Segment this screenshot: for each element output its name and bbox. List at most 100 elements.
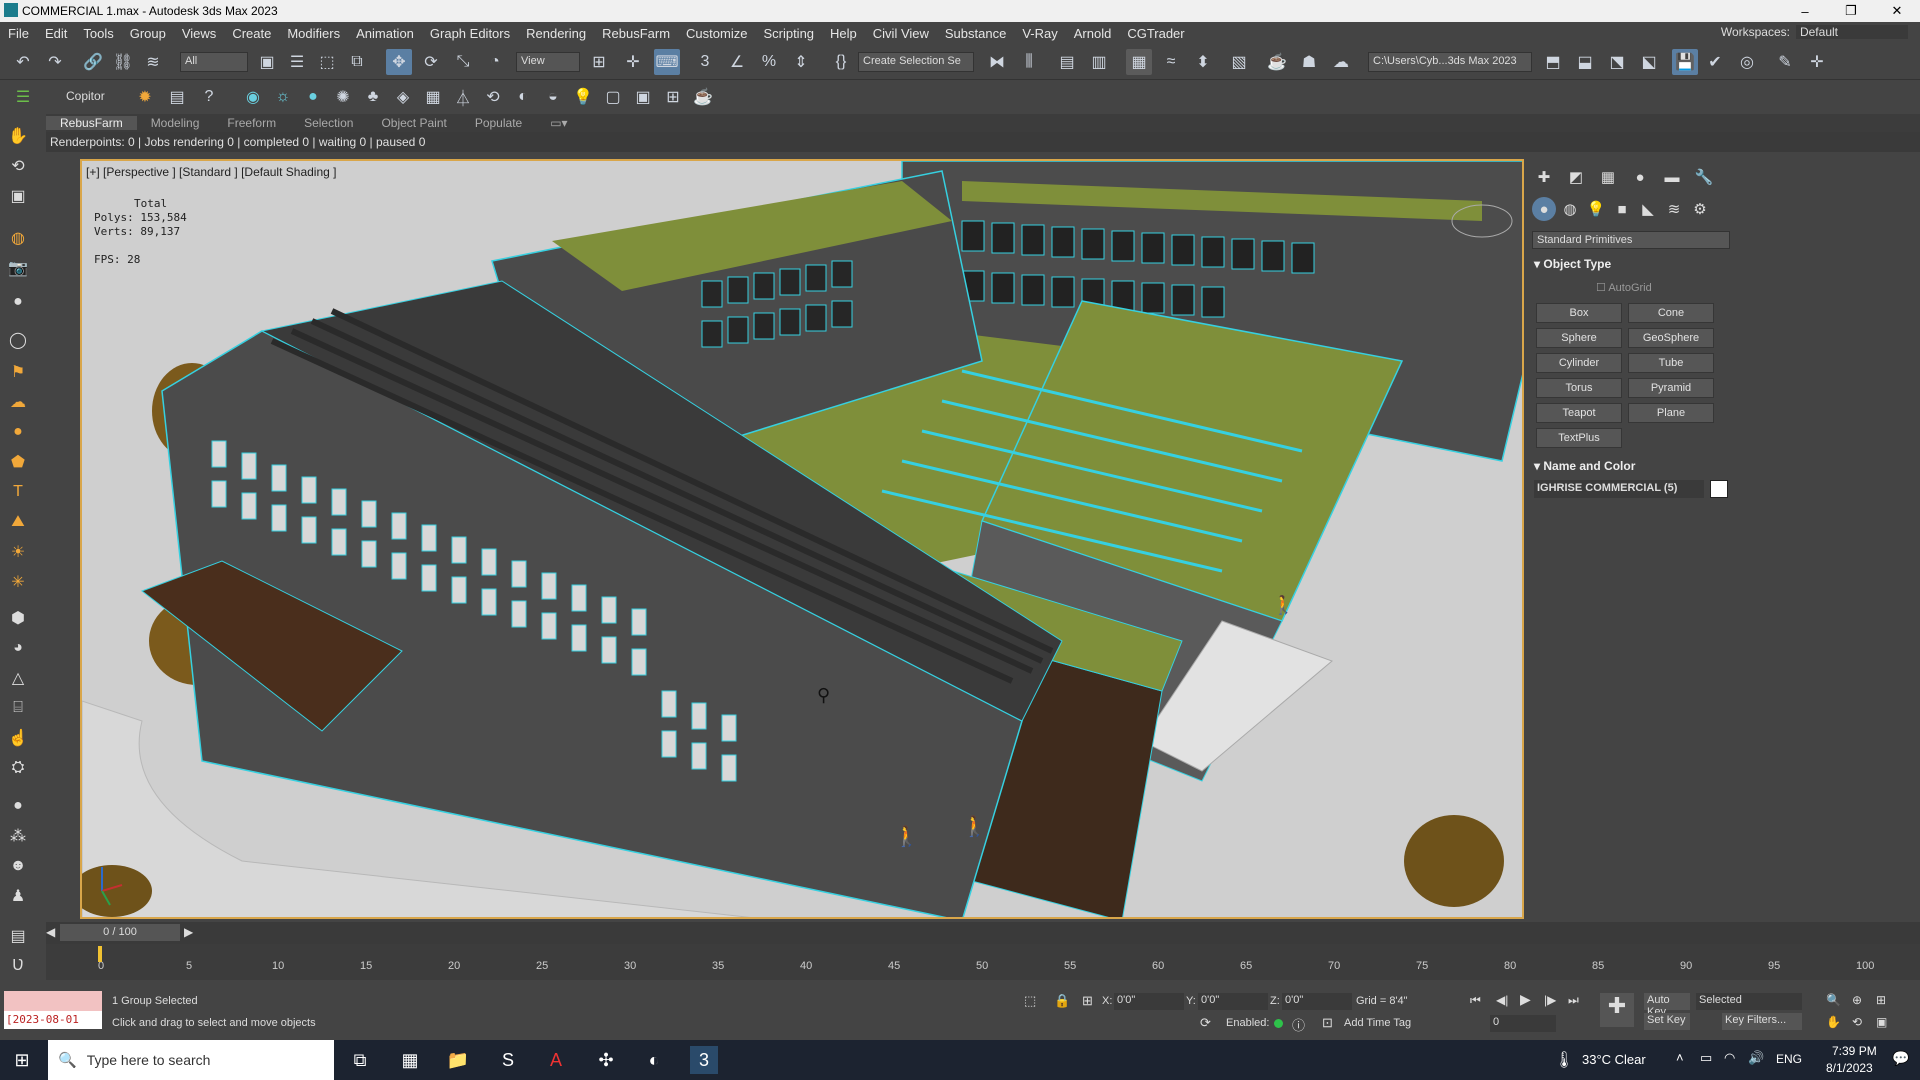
vray-light-icon[interactable]: ● xyxy=(300,84,326,110)
orbit-view-icon[interactable]: ⟲ xyxy=(1852,1015,1862,1029)
menu-rendering[interactable]: Rendering xyxy=(518,26,594,41)
tray-chevron-icon[interactable]: ˄ xyxy=(1676,1050,1684,1065)
cone-button[interactable]: Cone xyxy=(1628,303,1714,323)
place-icon[interactable]: ◔ xyxy=(482,49,508,75)
vray-material-icon[interactable]: ◒ xyxy=(540,84,566,110)
display-tab-icon[interactable]: ▬ xyxy=(1660,165,1684,189)
task-view-icon[interactable]: ⧉ xyxy=(346,1046,374,1074)
rebus-status-icon[interactable]: ◎ xyxy=(1734,49,1760,75)
material-editor-icon[interactable]: ⬍ xyxy=(1190,49,1216,75)
mirror-icon[interactable]: ⧓ xyxy=(984,49,1010,75)
rebus-download-icon[interactable]: ⬕ xyxy=(1636,49,1662,75)
particles-icon[interactable]: ⁂ xyxy=(6,824,30,848)
lights-icon[interactable]: 💡 xyxy=(1584,197,1608,221)
time-next-button[interactable]: ▶ xyxy=(184,925,193,939)
render-iterative-icon[interactable]: ☁ xyxy=(1328,49,1354,75)
cloud-icon[interactable]: ☁ xyxy=(6,390,30,414)
curve-editor-icon[interactable]: ▦ xyxy=(1126,49,1152,75)
y-field[interactable]: 0'0" xyxy=(1198,993,1268,1010)
ribbon-options-icon[interactable]: ▭▾ xyxy=(536,116,581,130)
z-field[interactable]: 0'0" xyxy=(1282,993,1352,1010)
camera-icon[interactable]: 📷 xyxy=(6,256,30,280)
menu-cgtrader[interactable]: CGTrader xyxy=(1119,26,1192,41)
zoom-icon[interactable]: 🔍 xyxy=(1826,993,1841,1007)
render-production-icon[interactable]: ☗ xyxy=(1296,49,1322,75)
menu-create[interactable]: Create xyxy=(224,26,279,41)
selection-filter-dropdown[interactable]: All xyxy=(180,52,248,72)
face-icon[interactable]: ☻ xyxy=(6,854,30,878)
vray-teapot-icon[interactable]: ☕ xyxy=(690,84,716,110)
set-key-big-icon[interactable]: ✚ xyxy=(1600,993,1634,1027)
vray-camera-icon[interactable]: ◉ xyxy=(240,84,266,110)
viewport-label[interactable]: [+] [Perspective ] [Standard ] [Default … xyxy=(86,165,336,179)
clock-time[interactable]: 7:39 PM xyxy=(1832,1044,1877,1058)
maxscript-icon[interactable]: Ʋ xyxy=(6,954,30,978)
menu-scripting[interactable]: Scripting xyxy=(755,26,822,41)
current-frame-field[interactable]: 0 xyxy=(1490,1015,1556,1032)
keyboard-shortcut-icon[interactable]: ⌨ xyxy=(654,49,680,75)
tab-freeform[interactable]: Freeform xyxy=(213,116,290,130)
select-by-name-icon[interactable]: ☰ xyxy=(284,49,310,75)
scene-states-icon[interactable]: ▤ xyxy=(6,924,30,948)
bind-spacewarp-icon[interactable]: ≋ xyxy=(140,49,166,75)
utilities-tab-icon[interactable]: 🔧 xyxy=(1692,165,1716,189)
lights-icon[interactable]: ✹ xyxy=(132,84,158,110)
modeling-tool-icon[interactable]: ✎ xyxy=(1772,49,1798,75)
key-mode-dropdown[interactable]: Selected xyxy=(1696,993,1802,1010)
t-light-icon[interactable]: T xyxy=(6,480,30,504)
sun-icon[interactable]: ☀ xyxy=(6,540,30,564)
auto-key-button[interactable]: Auto Key xyxy=(1644,993,1690,1018)
box-create-icon[interactable]: ▣ xyxy=(6,184,30,208)
volume-icon[interactable]: 🔊 xyxy=(1748,1050,1764,1066)
menu-rebusfarm[interactable]: RebusFarm xyxy=(594,26,678,41)
menu-file[interactable]: File xyxy=(0,26,37,41)
close-button[interactable]: ✕ xyxy=(1874,0,1920,22)
enabled-indicator[interactable] xyxy=(1274,1019,1283,1028)
menu-vray[interactable]: V-Ray xyxy=(1014,26,1065,41)
taskbar-search-box[interactable]: 🔍 Type here to search xyxy=(48,1040,334,1080)
zoom-all-icon[interactable]: ⊕ xyxy=(1852,993,1862,1007)
rebus-save-icon[interactable]: 💾 xyxy=(1672,49,1698,75)
object-type-header[interactable]: ▾ Object Type xyxy=(1534,257,1730,275)
object-name-field[interactable]: IGHRISE COMMERCIAL (5) xyxy=(1534,480,1704,498)
starburst-icon[interactable]: ✳ xyxy=(6,570,30,594)
named-selection-dropdown[interactable]: Create Selection Se xyxy=(858,52,974,72)
pan-hand-icon[interactable]: ✋ xyxy=(6,124,30,148)
layer-explorer-icon[interactable]: ▤ xyxy=(1054,49,1080,75)
maximize-viewport-icon[interactable]: ▣ xyxy=(1876,1015,1887,1029)
rebus-upload-icon[interactable]: ⬔ xyxy=(1604,49,1630,75)
menu-modifiers[interactable]: Modifiers xyxy=(279,26,348,41)
pivot-icon[interactable]: ⊞ xyxy=(586,49,612,75)
material-sphere-icon[interactable]: ● xyxy=(6,794,30,818)
window-crossing-icon[interactable]: ⧉ xyxy=(344,49,370,75)
rendered-frame-icon[interactable]: ☕ xyxy=(1264,49,1290,75)
vray-grid-icon[interactable]: ⊞ xyxy=(660,84,686,110)
menu-arnold[interactable]: Arnold xyxy=(1066,26,1120,41)
cylinder-create-icon[interactable]: ◍ xyxy=(6,226,30,250)
spinner-snap-icon[interactable]: ⇕ xyxy=(788,49,814,75)
menu-tools[interactable]: Tools xyxy=(75,26,121,41)
select-manipulate-icon[interactable]: ✛ xyxy=(620,49,646,75)
percent-snap-icon[interactable]: % xyxy=(756,49,782,75)
autogrid-checkbox[interactable]: ☐ AutoGrid xyxy=(1596,281,1652,294)
minimize-button[interactable]: – xyxy=(1782,0,1828,22)
cylinder-button[interactable]: Cylinder xyxy=(1536,353,1622,373)
weather-text[interactable]: 33°C Clear xyxy=(1582,1052,1646,1067)
vray-frame-icon[interactable]: ▢ xyxy=(600,84,626,110)
tab-modeling[interactable]: Modeling xyxy=(137,116,214,130)
pyramid-icon[interactable]: △ xyxy=(6,666,30,690)
globe-icon[interactable]: ◕ xyxy=(6,636,30,660)
cube-icon[interactable]: ⬢ xyxy=(6,606,30,630)
dodecahedron-icon[interactable]: ⬟ xyxy=(6,450,30,474)
vray-dome-icon[interactable]: ✺ xyxy=(330,84,356,110)
adaptive-degradation-icon[interactable]: ⟳ xyxy=(1200,1015,1211,1031)
copitor-label[interactable]: Copitor xyxy=(66,89,105,103)
name-color-header[interactable]: ▾ Name and Color xyxy=(1534,459,1730,477)
rotate-icon[interactable]: ⟳ xyxy=(418,49,444,75)
vray-rotate-icon[interactable]: ⟲ xyxy=(480,84,506,110)
angle-snap-icon[interactable]: ∠ xyxy=(724,49,750,75)
hierarchy-tab-icon[interactable]: ▦ xyxy=(1596,165,1620,189)
tube-button[interactable]: Tube xyxy=(1628,353,1714,373)
orbit-icon[interactable]: ⟲ xyxy=(6,154,30,178)
render-setup-icon[interactable]: ▧ xyxy=(1226,49,1252,75)
